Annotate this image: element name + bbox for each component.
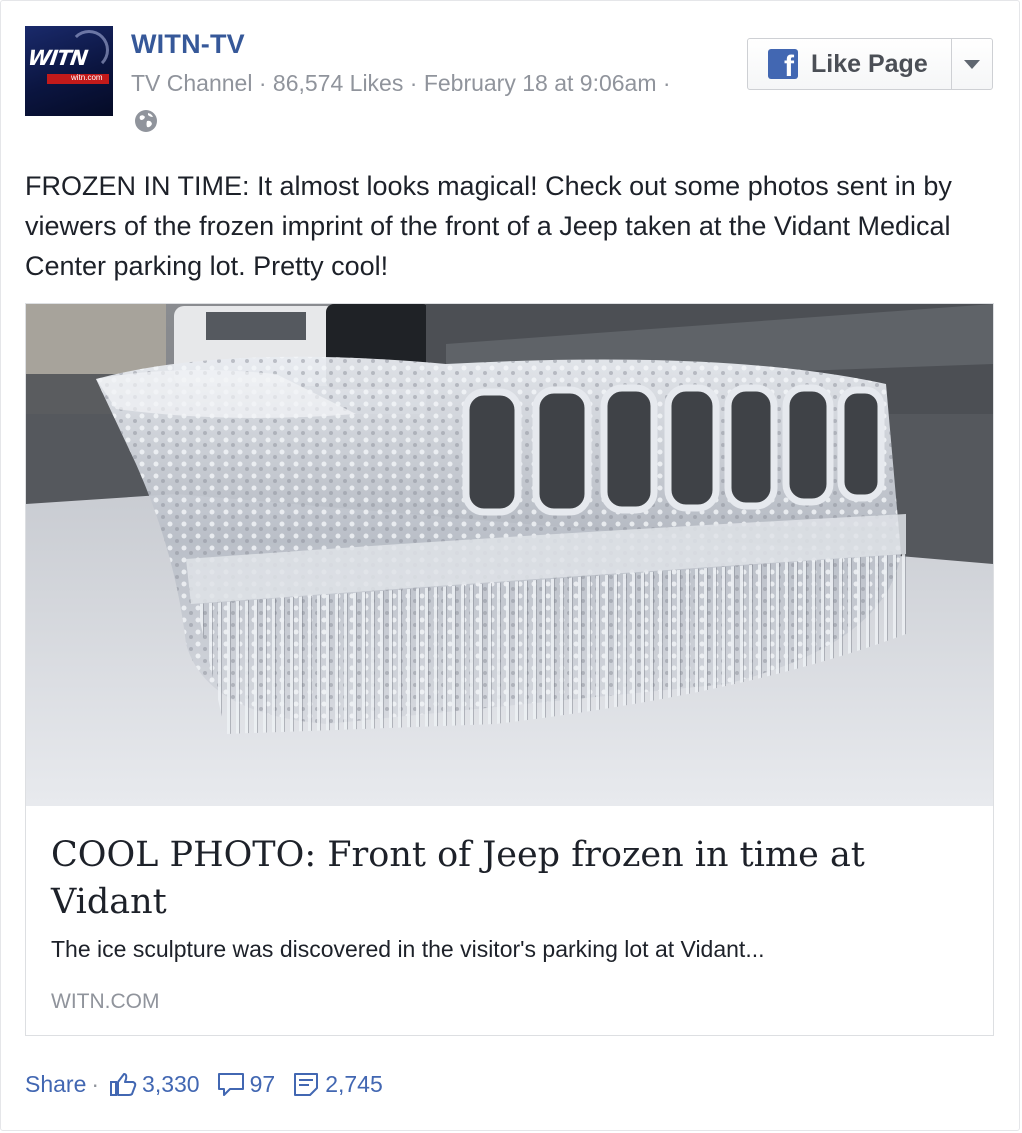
- post-timestamp[interactable]: February 18 at 9:06am: [424, 70, 657, 96]
- frozen-jeep-photo: [26, 304, 993, 806]
- like-page-button[interactable]: f Like Page: [748, 39, 952, 89]
- share-icon: [294, 1073, 319, 1096]
- comments-stat[interactable]: 97: [216, 1070, 276, 1098]
- facebook-f-icon: f: [768, 49, 798, 82]
- meta-separator: ·: [258, 70, 267, 96]
- link-preview-domain: WITN.COM: [51, 990, 160, 1013]
- globe-icon[interactable]: [133, 108, 159, 134]
- shares-count: 2,745: [325, 1070, 383, 1097]
- like-page-dropdown[interactable]: [952, 59, 992, 69]
- like-page-button-group: f Like Page: [747, 38, 993, 90]
- share-link[interactable]: Share: [25, 1071, 86, 1098]
- comments-count: 97: [249, 1070, 276, 1097]
- page-name-link[interactable]: WITN-TV: [131, 29, 245, 60]
- page-likes-count: 86,574 Likes: [272, 70, 404, 96]
- link-preview[interactable]: COOL PHOTO: Front of Jeep frozen in time…: [25, 303, 994, 1036]
- likes-stat[interactable]: 3,330: [108, 1071, 200, 1098]
- post-footer: Share · 3,330 97 2,745: [25, 1067, 399, 1101]
- meta-separator: ·: [662, 70, 671, 96]
- shares-stat[interactable]: 2,745: [291, 1070, 383, 1098]
- page-category: TV Channel: [131, 70, 253, 96]
- link-preview-title[interactable]: COOL PHOTO: Front of Jeep frozen in time…: [51, 832, 951, 926]
- page-avatar[interactable]: WITN witn.com: [25, 26, 113, 116]
- link-preview-description: The ice sculpture was discovered in the …: [51, 936, 765, 962]
- footer-separator: ·: [91, 1070, 100, 1097]
- thumbs-up-icon: [110, 1073, 137, 1096]
- link-preview-image[interactable]: [26, 304, 993, 806]
- avatar-logo-sub: witn.com: [71, 73, 103, 82]
- comment-icon: [217, 1073, 244, 1096]
- meta-separator: ·: [409, 70, 418, 96]
- like-page-label: Like Page: [811, 49, 928, 78]
- avatar-logo-text: WITN: [26, 46, 89, 70]
- post-meta: TV Channel · 86,574 Likes · February 18 …: [131, 70, 671, 97]
- chevron-down-icon: [964, 59, 980, 69]
- post-card: WITN witn.com WITN-TV TV Channel · 86,57…: [0, 0, 1020, 1131]
- post-text: FROZEN IN TIME: It almost looks magical!…: [25, 171, 952, 281]
- likes-count: 3,330: [142, 1070, 200, 1097]
